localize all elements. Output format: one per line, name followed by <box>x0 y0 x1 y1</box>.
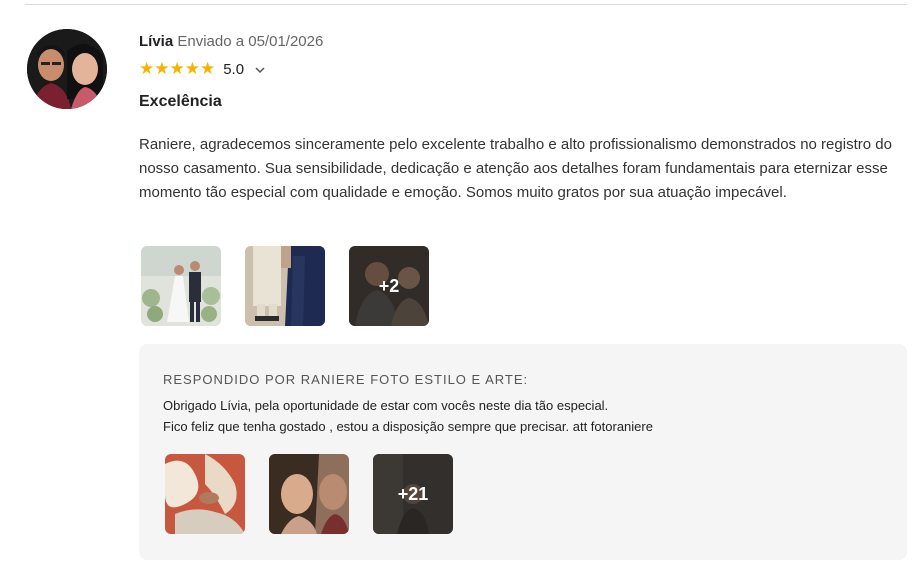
star-rating-icon: ★★★★★ <box>139 59 216 78</box>
review-photo-2[interactable] <box>245 246 325 326</box>
reply-text: Obrigado Lívia, pela oportunidade de est… <box>163 395 653 437</box>
top-divider <box>25 4 907 5</box>
review-header: Lívia Enviado a 05/01/2026 <box>139 33 323 51</box>
author-name: Lívia <box>139 33 174 50</box>
reply-heading: RESPONDIDO POR RANIERE FOTO ESTILO E ART… <box>163 372 529 387</box>
more-photos-count: +21 <box>373 454 453 534</box>
reply-line-1: Obrigado Lívia, pela oportunidade de est… <box>163 398 609 413</box>
review-body: Raniere, agradecemos sinceramente pelo e… <box>139 136 892 201</box>
reply-photo-1[interactable] <box>165 454 245 534</box>
vendor-reply: RESPONDIDO POR RANIERE FOTO ESTILO E ART… <box>139 344 907 560</box>
chevron-down-icon[interactable] <box>254 63 266 75</box>
rating-value: 5.0 <box>223 60 245 78</box>
review-photo-1[interactable] <box>141 246 221 326</box>
avatar <box>27 29 107 109</box>
rating-row[interactable]: ★★★★★ 5.0 <box>139 59 266 79</box>
reply-line-2: Fico feliz que tenha gostado , estou a d… <box>163 419 653 434</box>
sent-date: Enviado a 05/01/2026 <box>177 33 324 50</box>
more-photos-count: +2 <box>349 246 429 326</box>
review-photo-more[interactable]: +2 <box>349 246 429 326</box>
reply-photo-2[interactable] <box>269 454 349 534</box>
review-title: Excelência <box>139 93 222 110</box>
reply-photo-more[interactable]: +21 <box>373 454 453 534</box>
